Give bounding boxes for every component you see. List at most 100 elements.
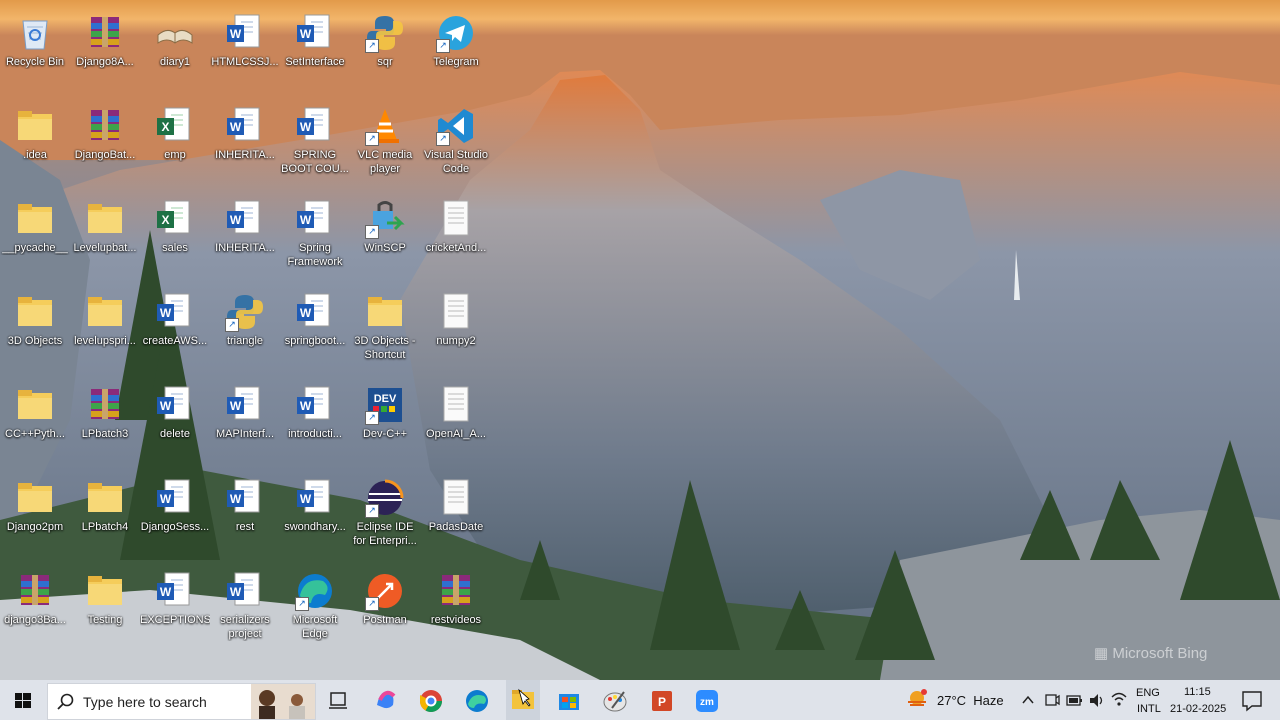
- shortcut-arrow-icon: ↗: [225, 318, 239, 332]
- desktop-icon-label: delete: [160, 428, 190, 440]
- word-icon: W: [155, 571, 195, 611]
- desktop-icon[interactable]: Django8A...: [70, 7, 140, 95]
- word-icon: W: [155, 478, 195, 518]
- action-center-button[interactable]: [1234, 680, 1270, 720]
- edge-icon: [466, 690, 488, 712]
- weather-text: 27°C Haze: [937, 693, 1004, 708]
- desktop-icon[interactable]: CC++Pyth...: [0, 379, 70, 467]
- taskbar-store[interactable]: [552, 680, 586, 720]
- desktop-icon[interactable]: ↗ sqr: [350, 7, 420, 95]
- devcpp-icon: DEV ↗: [365, 385, 405, 425]
- desktop-icon-label: INHERITA...: [215, 242, 275, 254]
- folder-icon: [15, 478, 55, 518]
- tray-volume[interactable]: [1087, 680, 1107, 720]
- desktop-icon[interactable]: ↗ Eclipse IDE for Enterpri...: [350, 472, 420, 560]
- desktop-icon[interactable]: ↗ Postman: [350, 565, 420, 653]
- taskbar-edge[interactable]: [460, 680, 494, 720]
- desktop-icon[interactable]: Wintroducti...: [280, 379, 350, 467]
- task-view-icon: [329, 692, 347, 709]
- desktop-icon[interactable]: W MAPInterf...: [210, 379, 280, 467]
- desktop-icon[interactable]: W SPRING BOOT COU...: [280, 100, 350, 188]
- svg-text:W: W: [300, 492, 312, 506]
- desktop-icon[interactable]: Wspringboot...: [280, 286, 350, 374]
- language-indicator[interactable]: ENG INTL: [1131, 680, 1165, 720]
- folder-icon: [85, 478, 125, 518]
- desktop-icon[interactable]: Wdelete: [140, 379, 210, 467]
- desktop-icon[interactable]: django3Ba...: [0, 565, 70, 653]
- desktop-icon[interactable]: ↗ WinSCP: [350, 193, 420, 281]
- desktop-icon[interactable]: W INHERITA...: [210, 100, 280, 188]
- desktop-icon[interactable]: ↗ Telegram: [421, 7, 491, 95]
- desktop-icon[interactable]: W INHERITA...: [210, 193, 280, 281]
- desktop-icon[interactable]: PadasDate: [421, 472, 491, 560]
- desktop-icon-label: PadasDate: [428, 521, 484, 533]
- desktop-icon[interactable]: LPbatch3: [70, 379, 140, 467]
- taskbar-chrome[interactable]: [414, 680, 448, 720]
- taskbar-zoom[interactable]: zm: [690, 680, 724, 720]
- desktop-icon[interactable]: .idea: [0, 100, 70, 188]
- desktop-icon[interactable]: numpy2: [421, 286, 491, 374]
- start-button[interactable]: [0, 680, 46, 720]
- desktop-icon-label: DjangoSess...: [140, 521, 210, 533]
- desktop-icon[interactable]: OpenAI_A...: [421, 379, 491, 467]
- tray-meet-now[interactable]: [1043, 680, 1061, 720]
- desktop-icon-label: 3D Objects: [7, 335, 63, 347]
- desktop-icon[interactable]: Wswondhary...: [280, 472, 350, 560]
- desktop-icon[interactable]: diary1: [140, 7, 210, 95]
- desktop-icon[interactable]: W Spring Framework: [280, 193, 350, 281]
- taskbar-powerpoint[interactable]: P: [644, 680, 678, 720]
- desktop-icon[interactable]: Levelupbat...: [70, 193, 140, 281]
- telegram-icon: ↗: [436, 13, 476, 53]
- desktop-icon[interactable]: W DjangoSess...: [140, 472, 210, 560]
- clock[interactable]: 11:15 21-02-2025: [1166, 680, 1230, 720]
- word-icon: W: [295, 106, 335, 146]
- desktop-icon[interactable]: levelupspri...: [70, 286, 140, 374]
- taskbar-copilot[interactable]: [368, 680, 402, 720]
- chevron-up-icon: [1022, 695, 1034, 704]
- desktop-icon[interactable]: DEV ↗ Dev-C++: [350, 379, 420, 467]
- desktop-icon[interactable]: Django2pm: [0, 472, 70, 560]
- taskbar-file-explorer[interactable]: [506, 680, 540, 720]
- chrome-icon: [420, 690, 442, 712]
- shortcut-arrow-icon: ↗: [436, 39, 450, 53]
- desktop-icon[interactable]: ↗ Microsoft Edge: [280, 565, 350, 653]
- desktop-icon[interactable]: __pycache__: [0, 193, 70, 281]
- desktop-icon[interactable]: restvideos: [421, 565, 491, 653]
- desktop-icon[interactable]: 3D Objects: [0, 286, 70, 374]
- taskbar: Type here to search P zm 27°C Haze ENG I…: [0, 680, 1280, 720]
- svg-text:W: W: [300, 306, 312, 320]
- desktop-icon[interactable]: WcreateAWS...: [140, 286, 210, 374]
- desktop-icon-label: Recycle Bin: [5, 56, 65, 68]
- desktop-icon[interactable]: LPbatch4: [70, 472, 140, 560]
- task-view-button[interactable]: [322, 680, 354, 720]
- desktop-icon[interactable]: Wserializers project: [210, 565, 280, 653]
- desktop-icon[interactable]: DjangoBat...: [70, 100, 140, 188]
- desktop-icon[interactable]: W EXCEPTIONS: [140, 565, 210, 653]
- taskbar-paint[interactable]: [598, 680, 632, 720]
- svg-text:W: W: [300, 27, 312, 41]
- weather-widget[interactable]: 27°C Haze: [905, 680, 1005, 720]
- desktop-icon[interactable]: Xemp: [140, 100, 210, 188]
- tray-battery[interactable]: [1064, 680, 1084, 720]
- desktop-icon[interactable]: W HTMLCSSJ...: [210, 7, 280, 95]
- desktop-icon[interactable]: Xsales: [140, 193, 210, 281]
- desktop-icon[interactable]: ↗ VLC media player: [350, 100, 420, 188]
- word-icon: W: [225, 478, 265, 518]
- winrar-icon: [85, 13, 125, 53]
- search-box[interactable]: Type here to search: [47, 683, 316, 720]
- word-icon: W: [155, 292, 195, 332]
- desktop-icon[interactable]: Testing: [70, 565, 140, 653]
- desktop-icon-label: CC++Pyth...: [5, 428, 65, 440]
- show-hidden-icons-button[interactable]: [1020, 680, 1036, 720]
- desktop-icon[interactable]: Wrest: [210, 472, 280, 560]
- desktop-icon[interactable]: ↗ Visual Studio Code: [421, 100, 491, 188]
- tray-wifi[interactable]: [1109, 680, 1129, 720]
- desktop-icon[interactable]: cricketAnd...: [421, 193, 491, 281]
- desktop-icon[interactable]: W SetInterface: [280, 7, 350, 95]
- desktop-icon[interactable]: 3D Objects - Shortcut: [350, 286, 420, 374]
- desktop-icon[interactable]: ↗ triangle: [210, 286, 280, 374]
- svg-text:zm: zm: [700, 697, 714, 708]
- svg-text:W: W: [230, 399, 242, 413]
- desktop-icon[interactable]: Recycle Bin: [0, 7, 70, 95]
- desktop-icon-label: Testing: [87, 614, 123, 626]
